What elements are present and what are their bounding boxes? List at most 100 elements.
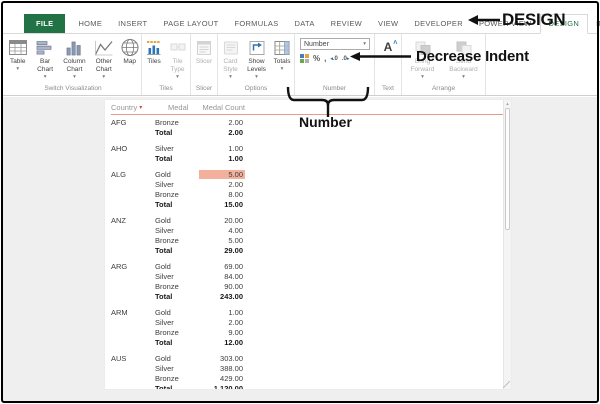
- card-style-button[interactable]: Card Style ▾: [218, 36, 243, 81]
- tab-view[interactable]: VIEW: [370, 14, 406, 33]
- table-row[interactable]: Silver388.00: [111, 363, 505, 373]
- decrease-decimal-icon[interactable]: .0▸: [342, 56, 350, 62]
- tab-file[interactable]: FILE: [24, 14, 65, 33]
- increase-decimal-icon[interactable]: ◂.0: [330, 56, 338, 62]
- table-row[interactable]: Silver2.00: [111, 317, 505, 327]
- other-chart-button[interactable]: Other Chart ▾: [90, 36, 117, 81]
- table-row[interactable]: AUSGold303.00: [111, 353, 505, 363]
- button-label: Card Style: [218, 58, 243, 74]
- sort-dropdown-icon[interactable]: ▾: [139, 105, 142, 111]
- medal-cell: Bronze: [155, 236, 199, 245]
- medal-cell: Silver: [155, 226, 199, 235]
- table-row[interactable]: Bronze5.00: [111, 235, 505, 245]
- table-row[interactable]: ARMGold1.00: [111, 307, 505, 317]
- table-total-row[interactable]: Total243.00: [111, 291, 505, 301]
- column-chart-button[interactable]: Column Chart ▾: [60, 36, 89, 81]
- table-total-row[interactable]: Total29.00: [111, 245, 505, 255]
- button-label: Slicer: [196, 58, 212, 66]
- table-row[interactable]: ALGGold5.00: [111, 169, 505, 179]
- header-medal-count[interactable]: Medal Count: [199, 103, 245, 112]
- table-total-row[interactable]: Total1.00: [111, 153, 505, 163]
- tab-page-layout[interactable]: PAGE LAYOUT: [155, 14, 226, 33]
- country-group: ANZGold20.00Silver4.00Bronze5.00Total29.…: [111, 215, 505, 255]
- total-label-cell: Total: [155, 384, 199, 391]
- button-label: Table: [10, 58, 26, 66]
- value-cell: 5.00: [199, 236, 245, 245]
- totals-button[interactable]: Totals ▾: [270, 36, 294, 73]
- chevron-down-icon: ▾: [16, 66, 19, 73]
- table-total-row[interactable]: Total15.00: [111, 199, 505, 209]
- total-label-cell: Total: [155, 292, 199, 301]
- group-label: Slicer: [191, 83, 217, 95]
- tab-formulas[interactable]: FORMULAS: [226, 14, 286, 33]
- column-chart-icon: [63, 37, 85, 58]
- header-country-label: Country: [111, 103, 137, 112]
- number-annotation: Number: [299, 114, 352, 130]
- group-tiles: Tiles Tile Type ▾ Tiles: [142, 34, 191, 95]
- tab-home[interactable]: HOME: [70, 14, 110, 33]
- tab-review[interactable]: REVIEW: [323, 14, 370, 33]
- total-value-cell: 29.00: [199, 246, 245, 255]
- table-row[interactable]: AHOSilver1.00: [111, 143, 505, 153]
- table-row[interactable]: ARGGold69.00: [111, 261, 505, 271]
- table-total-row[interactable]: Total1,120.00: [111, 383, 505, 390]
- table-row[interactable]: ANZGold20.00: [111, 215, 505, 225]
- show-levels-icon: [247, 37, 267, 58]
- percent-style-icon[interactable]: %: [313, 54, 320, 64]
- tile-type-button[interactable]: Tile Type ▾: [166, 36, 190, 81]
- table-row[interactable]: Silver4.00: [111, 225, 505, 235]
- medal-cell: Bronze: [155, 282, 199, 291]
- power-view-canvas: Country▾ Medal Medal Count AFGBronze2.00…: [3, 97, 597, 401]
- tiles-button[interactable]: Tiles: [143, 36, 166, 66]
- tab-inquire[interactable]: INQUIRE: [588, 14, 600, 33]
- country-cell: AHO: [111, 144, 155, 153]
- table-row[interactable]: Silver2.00: [111, 179, 505, 189]
- header-medal[interactable]: Medal: [155, 103, 199, 112]
- show-levels-button[interactable]: Show Levels ▾: [243, 36, 270, 81]
- medal-cell: Silver: [155, 364, 199, 373]
- tab-insert[interactable]: INSERT: [110, 14, 155, 33]
- total-value-cell: 1,120.00: [199, 384, 245, 391]
- tiles-icon: [144, 37, 164, 58]
- scroll-up-icon[interactable]: ▲: [504, 101, 511, 106]
- table-button[interactable]: Table ▾: [5, 36, 30, 73]
- tab-data[interactable]: DATA: [287, 14, 323, 33]
- slicer-button[interactable]: Slicer: [192, 36, 217, 66]
- scrollbar-thumb[interactable]: [505, 108, 510, 230]
- card-style-icon: [221, 37, 241, 58]
- medal-cell: Gold: [155, 354, 199, 363]
- chevron-down-icon: ▾: [462, 74, 465, 81]
- value-cell: 2.00: [199, 180, 245, 189]
- medal-cell: Gold: [155, 216, 199, 225]
- map-button[interactable]: Map: [119, 36, 141, 66]
- total-value-cell: 15.00: [199, 200, 245, 209]
- medal-cell: Gold: [155, 308, 199, 317]
- chevron-down-icon: ▾: [102, 74, 105, 81]
- button-label: Bar Chart: [31, 58, 58, 74]
- decrease-indent-annotation: Decrease Indent: [350, 48, 529, 65]
- header-country[interactable]: Country▾: [111, 103, 155, 112]
- tab-developer[interactable]: DEVELOPER: [406, 14, 471, 33]
- vertical-scrollbar[interactable]: ▲: [503, 100, 511, 389]
- design-annotation: DESIGN: [467, 10, 565, 30]
- medal-cell: Bronze: [155, 118, 199, 127]
- total-label-cell: Total: [155, 128, 199, 137]
- bar-chart-button[interactable]: Bar Chart ▾: [31, 36, 58, 81]
- table-row[interactable]: Bronze429.00: [111, 373, 505, 383]
- medal-cell: Gold: [155, 262, 199, 271]
- table-row[interactable]: Silver84.00: [111, 271, 505, 281]
- accounting-format-icon[interactable]: [300, 54, 309, 63]
- resize-grip-icon[interactable]: [503, 381, 510, 388]
- medal-table-visual[interactable]: Country▾ Medal Medal Count AFGBronze2.00…: [104, 99, 512, 390]
- table-row[interactable]: Bronze9.00: [111, 327, 505, 337]
- comma-style-icon[interactable]: ,: [324, 54, 326, 64]
- country-cell: AUS: [111, 354, 155, 363]
- value-cell: 69.00: [199, 262, 245, 271]
- table-total-row[interactable]: Total12.00: [111, 337, 505, 347]
- button-label: Other Chart: [90, 58, 117, 74]
- country-cell: ARG: [111, 262, 155, 271]
- chevron-down-icon: ▾: [255, 74, 258, 81]
- decrease-indent-annotation-label: Decrease Indent: [416, 48, 529, 65]
- table-row[interactable]: Bronze90.00: [111, 281, 505, 291]
- table-row[interactable]: Bronze8.00: [111, 189, 505, 199]
